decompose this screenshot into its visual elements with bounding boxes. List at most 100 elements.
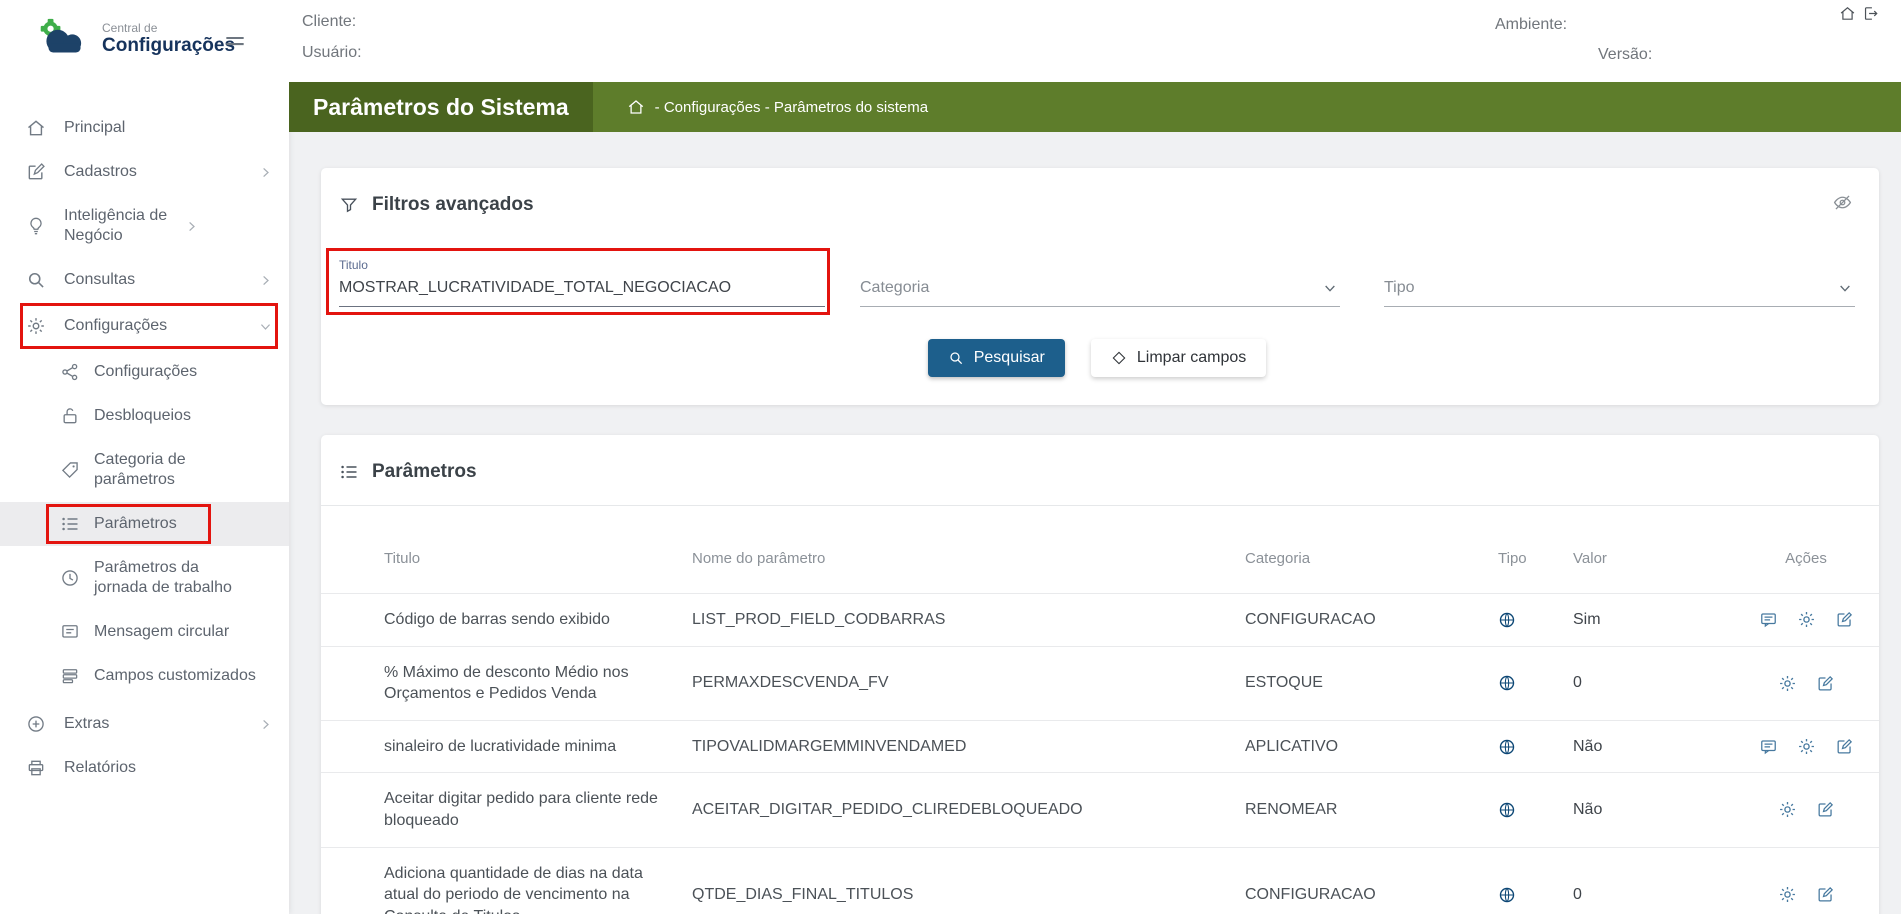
lightbulb-icon [26,216,48,236]
titulo-field-label: Titulo [339,258,825,272]
sidebar-item-relatorios[interactable]: Relatórios [0,746,289,790]
table-header-row: Titulo Nome do parâmetro Categoria Tipo … [321,506,1879,593]
edit-icon[interactable] [1835,737,1854,756]
sidebar-item-configuracoes[interactable]: Configurações [0,302,289,350]
message-icon[interactable] [1759,610,1778,629]
tipo-select[interactable]: Tipo [1384,272,1855,307]
cell-tipo [1498,886,1573,904]
globe-icon [1498,611,1573,629]
usuario-label: Usuário: [302,44,362,62]
edit-icon[interactable] [1816,885,1835,904]
sidebar-item-consultas[interactable]: Consultas [0,258,289,302]
cell-nome: PERMAXDESCVENDA_FV [692,674,1245,692]
chevron-right-icon [184,219,199,234]
cell-titulo: sinaleiro de lucratividade minima [384,736,692,758]
sidebar-subitem-categoria-de-parametros[interactable]: Categoria de parâmetros [0,438,289,502]
cell-acoes [1733,674,1879,693]
table-row: % Máximo de desconto Médio nos Orçamento… [321,646,1879,720]
gear-icon[interactable] [1778,800,1797,819]
sidebar-item-extras[interactable]: Extras [0,702,289,746]
categoria-select[interactable]: Categoria [860,272,1340,307]
list-icon [60,514,80,534]
col-header-titulo: Titulo [384,550,692,567]
home-icon[interactable] [1839,5,1856,22]
cell-acoes [1733,885,1879,904]
sidebar-subitem-parametros-da-jornada[interactable]: Parâmetros da jornada de trabalho [0,546,289,610]
cell-acoes [1733,737,1879,756]
table-row: Adiciona quantidade de dias na data atua… [321,847,1879,914]
cell-acoes [1733,800,1879,819]
tag-icon [60,460,80,480]
globe-icon [1498,801,1573,819]
message-icon[interactable] [1759,737,1778,756]
layers-icon [60,666,80,686]
pesquisar-button[interactable]: Pesquisar [928,339,1065,377]
sidebar-subitem-mensagem-circular[interactable]: Mensagem circular [0,610,289,654]
sidebar: Principal Cadastros Inteligência de Negó… [0,82,289,914]
pencil-square-icon [26,162,48,182]
cliente-label: Cliente: [302,13,362,31]
cell-valor: 0 [1573,674,1733,692]
gear-icon[interactable] [1797,610,1816,629]
cell-valor: 0 [1573,886,1733,904]
cell-nome: QTDE_DIAS_FINAL_TITULOS [692,886,1245,904]
sidebar-subitem-parametros[interactable]: Parâmetros [0,502,289,546]
gear-icon[interactable] [1797,737,1816,756]
printer-icon [26,758,48,778]
sidebar-item-inteligencia-de-negocio[interactable]: Inteligência de Negócio [0,194,289,258]
sidebar-subitem-campos-customizados[interactable]: Campos customizados [0,654,289,698]
cell-categoria: ESTOQUE [1245,674,1498,692]
cell-categoria: APLICATIVO [1245,738,1498,756]
sidebar-subitem-configuracoes[interactable]: Configurações [0,350,289,394]
sidebar-subitem-desbloqueios[interactable]: Desbloqueios [0,394,289,438]
share-nodes-icon [60,362,80,382]
categoria-select-value: Categoria [860,279,929,297]
globe-icon [1498,674,1573,692]
table-row: sinaleiro de lucratividade minima TIPOVA… [321,720,1879,773]
logout-icon[interactable] [1862,5,1879,22]
breadcrumb: - Configurações - Parâmetros do sistema [627,98,928,116]
tipo-select-value: Tipo [1384,279,1415,297]
filters-card: Filtros avançados Titulo Categoria Tipo [321,168,1879,405]
top-header: Central de Configurações Cliente: Usuári… [0,0,1901,82]
cell-nome: LIST_PROD_FIELD_CODBARRAS [692,611,1245,629]
cell-tipo [1498,801,1573,819]
list-icon [339,462,359,482]
cell-categoria: CONFIGURACAO [1245,886,1498,904]
titulo-input[interactable] [339,272,825,307]
cell-valor: Sim [1573,611,1733,629]
page-header-bar: Parâmetros do Sistema - Configurações - … [289,82,1901,132]
sidebar-item-principal[interactable]: Principal [0,106,289,150]
gear-icon[interactable] [1778,674,1797,693]
edit-icon[interactable] [1835,610,1854,629]
filters-title: Filtros avançados [372,194,534,216]
unlock-icon [60,406,80,426]
ambiente-label: Ambiente: [1495,16,1567,34]
limpar-campos-button[interactable]: Limpar campos [1091,339,1266,377]
chevron-right-icon [258,717,273,732]
cell-nome: TIPOVALIDMARGEMMINVENDAMED [692,738,1245,756]
app-logo[interactable]: Central de Configurações [34,16,235,63]
globe-icon [1498,886,1573,904]
edit-icon[interactable] [1816,800,1835,819]
breadcrumb-text: - Configurações - Parâmetros do sistema [655,99,928,116]
home-icon [26,118,48,138]
logo-text-main: Configurações [102,35,235,57]
gear-icon[interactable] [1778,885,1797,904]
hide-filters-eye-icon[interactable] [1832,192,1853,213]
logo-text-small: Central de [102,22,235,36]
menu-toggle-button[interactable] [222,28,248,54]
cell-tipo [1498,611,1573,629]
cell-titulo: Código de barras sendo exibido [384,609,692,631]
col-header-categoria: Categoria [1245,550,1498,567]
sidebar-item-cadastros[interactable]: Cadastros [0,150,289,194]
cell-titulo: Adiciona quantidade de dias na data atua… [384,863,692,914]
chevron-down-icon [1322,280,1338,296]
chevron-down-icon [258,319,273,334]
edit-icon[interactable] [1816,674,1835,693]
col-header-acoes: Ações [1733,550,1879,567]
cell-titulo: Aceitar digitar pedido para cliente rede… [384,788,692,831]
cell-tipo [1498,674,1573,692]
home-icon[interactable] [627,98,645,116]
chevron-down-icon [1837,280,1853,296]
